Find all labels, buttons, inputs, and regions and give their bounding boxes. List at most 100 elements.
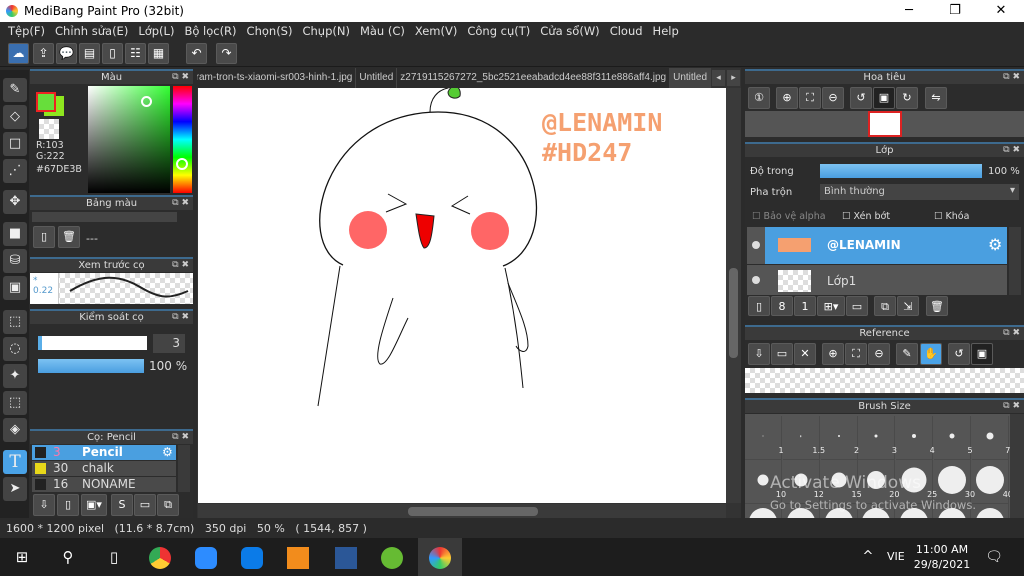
- share-icon[interactable]: ⇪: [33, 43, 54, 64]
- minimize-button[interactable]: ─: [886, 0, 932, 22]
- input-language[interactable]: VIE: [887, 550, 905, 563]
- panel-close-icon[interactable]: ⧉ ✖: [1003, 400, 1020, 413]
- brush-size-scrollbar[interactable]: [1010, 414, 1024, 518]
- picker-handle[interactable]: [141, 96, 152, 107]
- move-tool-icon[interactable]: ✥: [3, 190, 27, 214]
- task-view-icon[interactable]: ▯: [98, 542, 130, 572]
- brush-size-cell[interactable]: [971, 504, 1009, 518]
- merge-layer-icon[interactable]: ⇲: [897, 296, 919, 316]
- layer-settings-gear-icon[interactable]: ⚙: [988, 235, 1002, 254]
- navigator-preview[interactable]: [745, 111, 1024, 137]
- brush-script-icon[interactable]: S: [111, 494, 133, 516]
- fill-rect-tool-icon[interactable]: ■: [3, 222, 27, 246]
- maximize-button[interactable]: ❐: [932, 0, 978, 22]
- coccoc-icon[interactable]: [376, 542, 408, 572]
- tab-scroll-left-icon[interactable]: ◂: [712, 70, 725, 86]
- cloud-icon[interactable]: ☁: [8, 43, 29, 64]
- select-pen-icon[interactable]: ⬚: [3, 391, 27, 415]
- palette-scrollbar[interactable]: [32, 212, 177, 222]
- reset-rotation-icon[interactable]: ▣: [873, 87, 895, 109]
- visibility-toggle[interactable]: [747, 227, 765, 264]
- menu-snap[interactable]: Chụp(N): [298, 22, 355, 41]
- close-button[interactable]: ✕: [978, 0, 1024, 22]
- bucket-tool-icon[interactable]: ⛁: [3, 249, 27, 273]
- chevron-up-icon[interactable]: ^: [852, 542, 884, 572]
- panel-close-icon[interactable]: ⧉ ✖: [1003, 327, 1020, 340]
- gradient-tool-icon[interactable]: ▣: [3, 276, 27, 300]
- folder-icon[interactable]: ▭: [134, 494, 156, 516]
- comment-icon[interactable]: 💬: [56, 43, 77, 64]
- tab-document-3[interactable]: z2719115267272_5bc2521eeabadcd4ee88f311e…: [397, 68, 671, 88]
- clipping-checkbox[interactable]: ☐ Xén bớt: [842, 211, 890, 222]
- word-icon[interactable]: [330, 542, 362, 572]
- panel-close-icon[interactable]: ⧉ ✖: [1003, 144, 1020, 157]
- operation-tool-icon[interactable]: ➤: [3, 477, 27, 501]
- dot-brush-tool-icon[interactable]: ⋰: [3, 159, 27, 183]
- cloud-download-icon[interactable]: ⇩: [33, 494, 55, 516]
- reset-icon[interactable]: ▣: [971, 343, 993, 365]
- drawing-canvas[interactable]: @LENAMIN #HD247: [198, 88, 726, 503]
- lock-checkbox[interactable]: ☐ Khóa: [934, 211, 969, 222]
- brush-size-cell[interactable]: 1: [745, 416, 784, 460]
- rect-select-icon[interactable]: ⬚: [3, 310, 27, 334]
- brush-list-scrollbar[interactable]: [178, 445, 190, 492]
- vertical-scrollbar[interactable]: [726, 88, 741, 503]
- eraser-tool-icon[interactable]: ◇: [3, 105, 27, 129]
- rotate-icon[interactable]: ↺: [948, 343, 970, 365]
- panel-close-icon[interactable]: ⧉ ✖: [172, 197, 189, 210]
- text-tool-icon[interactable]: T: [3, 450, 27, 474]
- shape-tool-icon[interactable]: □: [3, 132, 27, 156]
- menu-file[interactable]: Tệp(F): [4, 22, 51, 41]
- tab-document-1[interactable]: n-ram-tron-ts-xiaomi-sr003-hinh-1.jpg: [197, 68, 357, 88]
- menu-color[interactable]: Màu (C): [356, 22, 411, 41]
- menu-tools[interactable]: Công cụ(T): [463, 22, 536, 41]
- layer-scrollbar[interactable]: [1009, 227, 1021, 295]
- menu-view[interactable]: Xem(V): [411, 22, 463, 41]
- menu-layer[interactable]: Lớp(L): [134, 22, 180, 41]
- brush-item-noname[interactable]: 16 NONAME: [32, 477, 176, 492]
- zoom-out-icon[interactable]: ⊖: [822, 87, 844, 109]
- lasso-select-icon[interactable]: ◌: [3, 337, 27, 361]
- fit-icon[interactable]: ⛶: [799, 87, 821, 109]
- new-layer-icon[interactable]: ▯: [748, 296, 770, 316]
- foreground-color-swatch[interactable]: [36, 92, 56, 112]
- layer-item-lop1[interactable]: Lớp1: [747, 265, 1007, 295]
- add-layer-dropdown-icon[interactable]: ⊞▾: [817, 296, 845, 316]
- zoom-app-icon[interactable]: [190, 542, 222, 572]
- rotate-right-icon[interactable]: ↻: [896, 87, 918, 109]
- clock[interactable]: 11:00 AM 29/8/2021: [912, 542, 972, 572]
- menu-help[interactable]: Help: [649, 22, 685, 41]
- select-eraser-icon[interactable]: ◈: [3, 418, 27, 442]
- tab-scroll-right-icon[interactable]: ▸: [727, 70, 740, 86]
- zalo-icon[interactable]: [236, 542, 268, 572]
- cloud-download-icon[interactable]: ⇩: [748, 343, 770, 365]
- menu-select[interactable]: Chọn(S): [243, 22, 299, 41]
- tab-document-2[interactable]: Untitled: [356, 68, 398, 88]
- brush-settings-gear-icon[interactable]: ⚙: [162, 445, 173, 460]
- panel-close-icon[interactable]: ⧉ ✖: [172, 311, 189, 324]
- panel-close-icon[interactable]: ⧉ ✖: [172, 71, 189, 84]
- visibility-toggle[interactable]: [752, 276, 760, 284]
- reference-canvas[interactable]: [745, 368, 1024, 393]
- saturation-value-picker[interactable]: [88, 86, 170, 193]
- undo-icon[interactable]: ↶: [186, 43, 207, 64]
- brush-size-slider[interactable]: [38, 336, 147, 350]
- new-8bit-layer-icon[interactable]: 8: [771, 296, 793, 316]
- hue-handle[interactable]: [176, 158, 188, 170]
- menu-cloud[interactable]: Cloud: [606, 22, 649, 41]
- layer-item-lenamin[interactable]: @LENAMIN ⚙: [747, 227, 1007, 264]
- chrome-icon[interactable]: [144, 542, 176, 572]
- brush-item-chalk[interactable]: 30 chalk: [32, 461, 176, 476]
- brush-item-pencil[interactable]: 3 Pencil ⚙: [32, 445, 176, 460]
- menu-edit[interactable]: Chỉnh sửa(E): [51, 22, 134, 41]
- delete-layer-icon[interactable]: 🗑: [926, 296, 948, 316]
- grid-edit-icon[interactable]: ▦: [148, 43, 169, 64]
- new-brush-icon[interactable]: ▯: [57, 494, 79, 516]
- transparent-swatch[interactable]: [39, 119, 59, 139]
- document-icon[interactable]: ▯: [102, 43, 123, 64]
- navigator-viewport[interactable]: [868, 111, 902, 137]
- foxit-pdf-icon[interactable]: [282, 542, 314, 572]
- zoom-in-icon[interactable]: ⊕: [776, 87, 798, 109]
- hue-slider[interactable]: [173, 86, 192, 193]
- duplicate-icon[interactable]: ⧉: [157, 494, 179, 516]
